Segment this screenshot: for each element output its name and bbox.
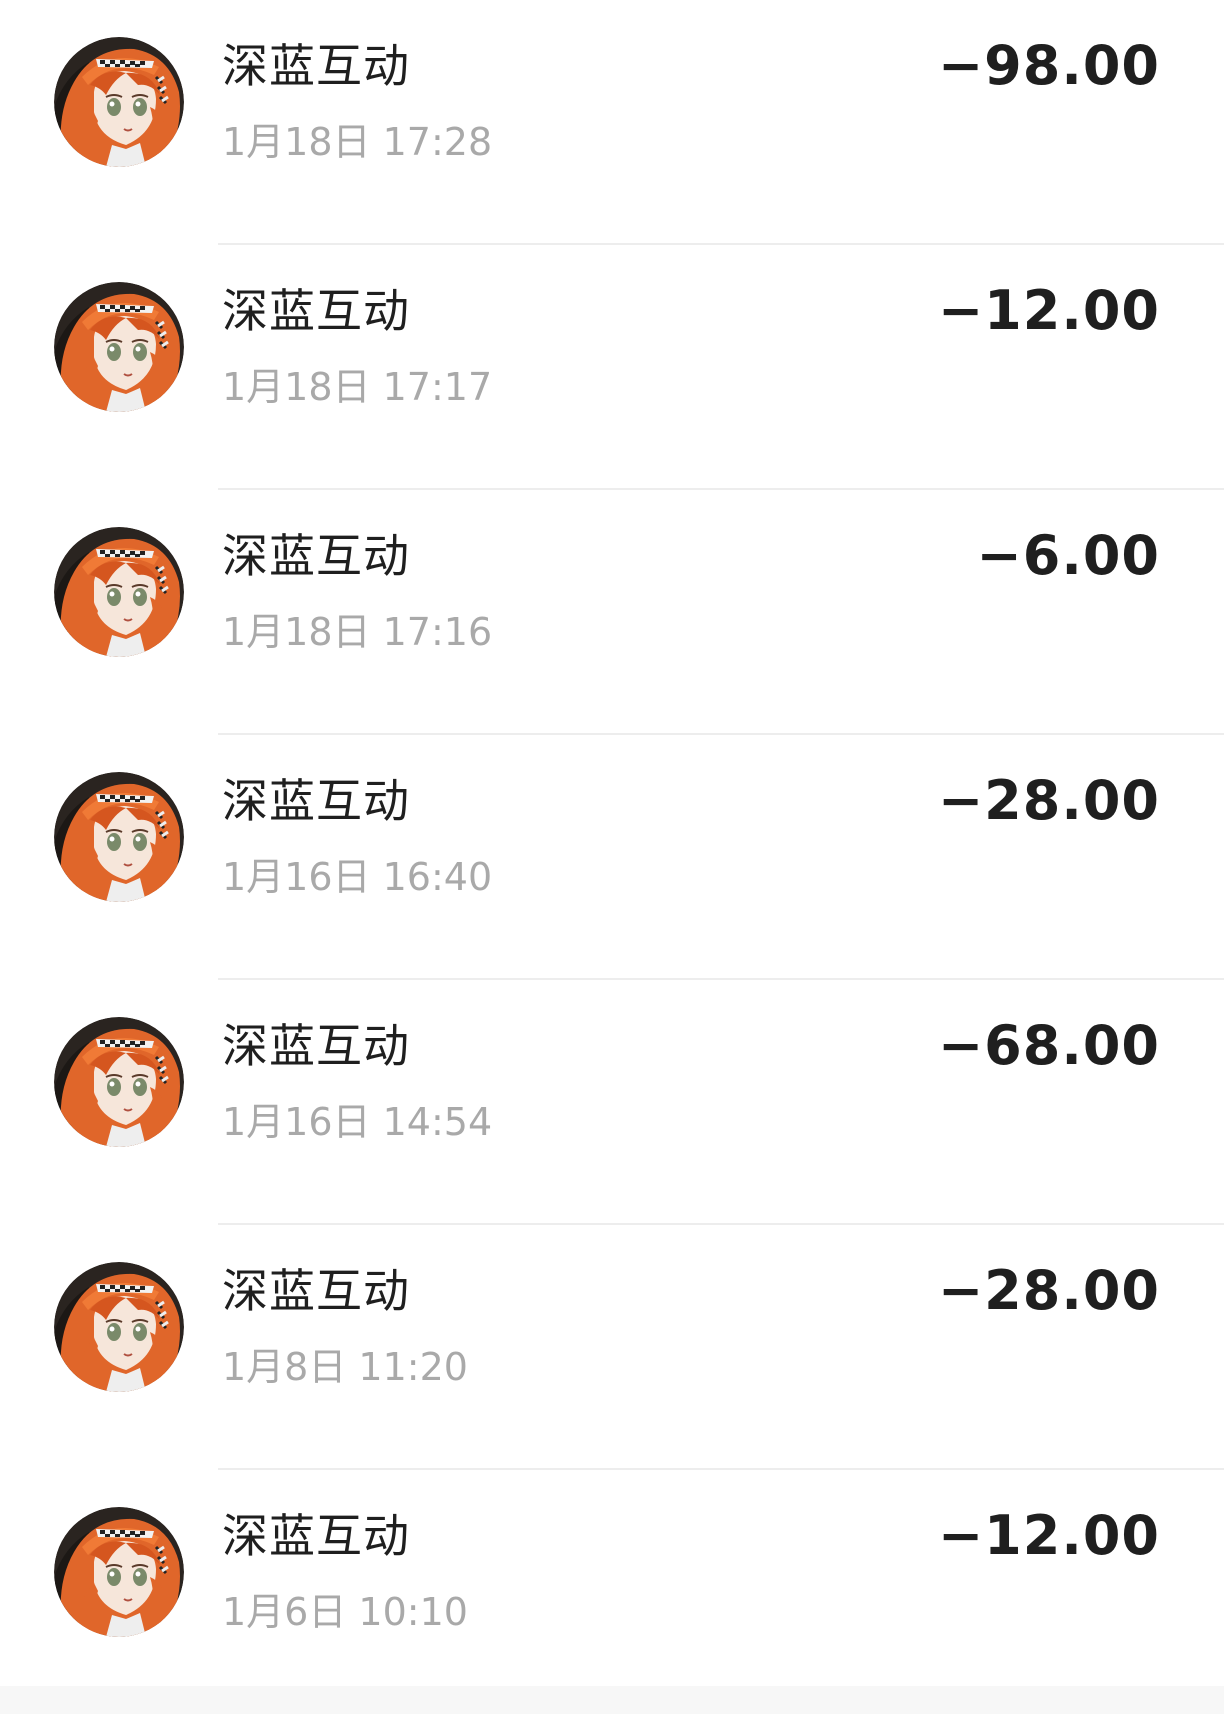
merchant-name: 深蓝互动 (222, 284, 410, 338)
transaction-row[interactable]: 深蓝互动 1月16日 16:40 −28.00 (0, 735, 1224, 980)
transaction-page: 深蓝互动 1月18日 17:28 −98.00 深蓝互动 1月18日 17:17… (0, 0, 1224, 1714)
transaction-time: 1月16日 16:40 (222, 855, 493, 899)
merchant-name: 深蓝互动 (222, 1019, 410, 1073)
merchant-name: 深蓝互动 (222, 529, 410, 583)
merchant-name: 深蓝互动 (222, 1509, 410, 1563)
transaction-amount: −12.00 (937, 279, 1160, 342)
transaction-amount: −68.00 (937, 1014, 1160, 1077)
transaction-row[interactable]: 深蓝互动 1月8日 11:20 −28.00 (0, 1225, 1224, 1470)
transaction-row[interactable]: 深蓝互动 1月16日 14:54 −68.00 (0, 980, 1224, 1225)
transaction-amount: −98.00 (937, 34, 1160, 97)
anime-girl-avatar-icon (54, 772, 184, 902)
merchant-name: 深蓝互动 (222, 39, 410, 93)
anime-girl-avatar-icon (54, 282, 184, 412)
anime-girl-avatar-icon (54, 1262, 184, 1392)
merchant-name: 深蓝互动 (222, 1264, 410, 1318)
transaction-row[interactable]: 深蓝互动 1月18日 17:17 −12.00 (0, 245, 1224, 490)
transaction-time: 1月18日 17:28 (222, 120, 493, 164)
transaction-amount: −12.00 (937, 1504, 1160, 1567)
transaction-time: 1月16日 14:54 (222, 1100, 493, 1144)
transaction-row[interactable]: 深蓝互动 1月18日 17:16 −6.00 (0, 490, 1224, 735)
transaction-amount: −28.00 (937, 1259, 1160, 1322)
transaction-list: 深蓝互动 1月18日 17:28 −98.00 深蓝互动 1月18日 17:17… (0, 0, 1224, 1686)
transaction-row[interactable]: 深蓝互动 1月6日 10:10 −12.00 (0, 1470, 1224, 1714)
anime-girl-avatar-icon (54, 1017, 184, 1147)
merchant-name: 深蓝互动 (222, 774, 410, 828)
transaction-amount: −28.00 (937, 769, 1160, 832)
transaction-time: 1月8日 11:20 (222, 1345, 468, 1389)
anime-girl-avatar-icon (54, 37, 184, 167)
transaction-time: 1月6日 10:10 (222, 1590, 468, 1634)
transaction-time: 1月18日 17:17 (222, 365, 493, 409)
transaction-amount: −6.00 (976, 524, 1160, 587)
anime-girl-avatar-icon (54, 527, 184, 657)
transaction-row[interactable]: 深蓝互动 1月18日 17:28 −98.00 (0, 0, 1224, 245)
anime-girl-avatar-icon (54, 1507, 184, 1637)
transaction-time: 1月18日 17:16 (222, 610, 493, 654)
